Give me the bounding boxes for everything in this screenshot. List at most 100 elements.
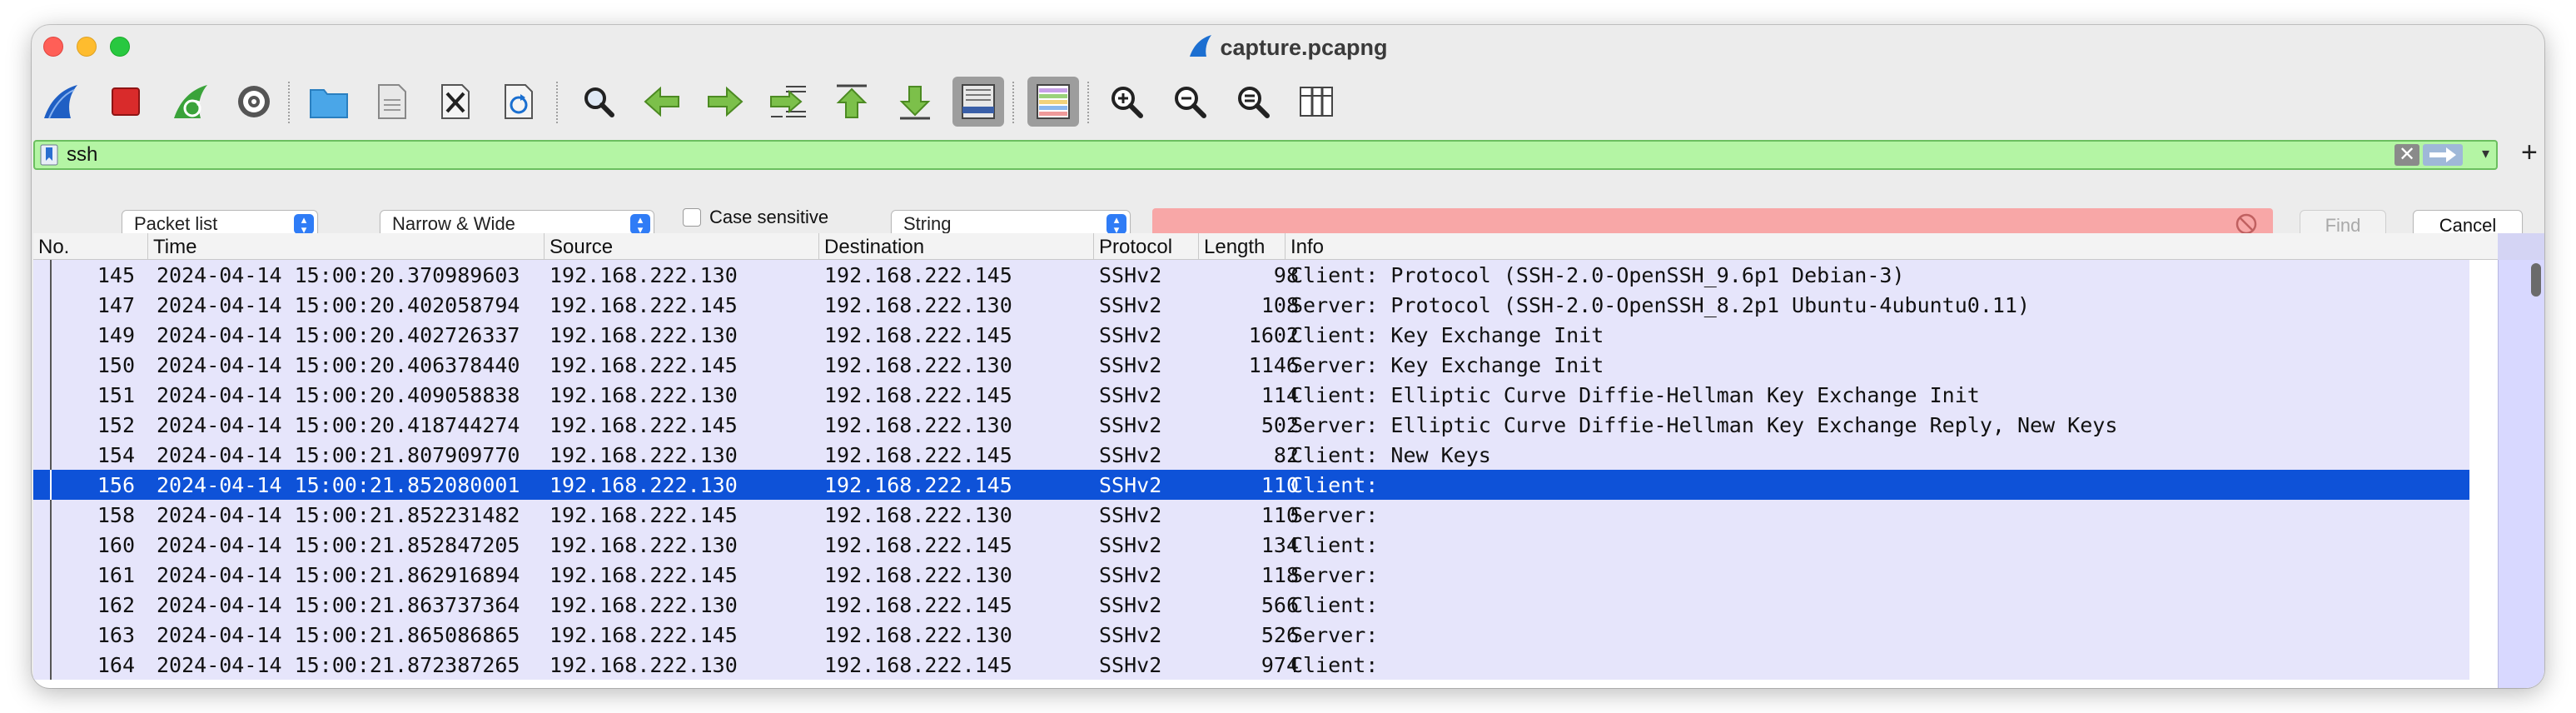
column-header-source[interactable]: Source — [545, 233, 819, 260]
zoom-normal-button[interactable] — [1227, 77, 1279, 127]
cell-source: 192.168.222.130 — [550, 323, 738, 347]
packet-row[interactable]: 161 2024-04-14 15:00:21.862916894 192.168.… — [33, 560, 2469, 590]
cell-time: 2024-04-14 15:00:21.807909770 — [157, 443, 520, 467]
cell-info: Server: — [1290, 623, 1379, 647]
cell-protocol: SSHv2 — [1099, 563, 1162, 587]
cell-source: 192.168.222.145 — [550, 623, 738, 647]
case-sensitive-checkbox[interactable] — [683, 208, 701, 227]
packet-row[interactable]: 164 2024-04-14 15:00:21.872387265 192.168.… — [33, 650, 2469, 680]
column-header-time[interactable]: Time — [148, 233, 545, 260]
reload-file-button[interactable] — [493, 77, 545, 127]
auto-scroll-icon — [962, 84, 995, 119]
column-header-protocol[interactable]: Protocol — [1094, 233, 1199, 260]
cell-source: 192.168.222.130 — [550, 263, 738, 287]
cell-source: 192.168.222.130 — [550, 383, 738, 407]
cell-time: 2024-04-14 15:00:21.865086865 — [157, 623, 520, 647]
auto-scroll-button[interactable] — [952, 77, 1004, 127]
find-packet-icon — [584, 87, 614, 117]
display-filter-bar[interactable]: ssh ✕ ▾ — [33, 140, 2498, 170]
open-file-button[interactable] — [303, 77, 355, 127]
cell-source: 192.168.222.130 — [550, 593, 738, 617]
display-filter-input[interactable]: ssh — [67, 143, 97, 167]
column-header-no[interactable]: No. — [33, 233, 148, 260]
packet-row[interactable]: 154 2024-04-14 15:00:21.807909770 192.168.… — [33, 440, 2469, 470]
go-forward-button[interactable] — [699, 77, 751, 127]
cell-no: 152 — [97, 413, 135, 437]
apply-filter-button[interactable] — [2423, 144, 2463, 166]
go-forward-icon — [708, 86, 743, 117]
cell-no: 156 — [97, 473, 135, 497]
cell-source: 192.168.222.145 — [550, 413, 738, 437]
column-header-length[interactable]: Length — [1199, 233, 1286, 260]
start-capture-button[interactable] — [35, 77, 87, 127]
first-packet-button[interactable] — [826, 77, 878, 127]
clear-filter-button[interactable]: ✕ — [2394, 144, 2419, 166]
cell-destination: 192.168.222.145 — [824, 533, 1012, 557]
zoom-normal-icon — [1238, 87, 1270, 118]
cell-protocol: SSHv2 — [1099, 413, 1162, 437]
zoom-in-button[interactable] — [1101, 77, 1152, 127]
toolbar-separator — [556, 82, 558, 123]
packet-row[interactable]: 145 2024-04-14 15:00:20.370989603 192.168.… — [33, 260, 2469, 290]
packet-row[interactable]: 162 2024-04-14 15:00:21.863737364 192.168.… — [33, 590, 2469, 620]
packet-row[interactable]: 156 2024-04-14 15:00:21.852080001 192.168.… — [33, 470, 2469, 500]
intelligent-scrollbar-header — [2498, 233, 2544, 260]
save-file-button[interactable] — [366, 77, 418, 127]
cell-time: 2024-04-14 15:00:20.370989603 — [157, 263, 520, 287]
stop-capture-button[interactable] — [100, 77, 152, 127]
restart-capture-button[interactable] — [165, 77, 216, 127]
packet-row[interactable]: 163 2024-04-14 15:00:21.865086865 192.168.… — [33, 620, 2469, 650]
go-back-button[interactable] — [636, 77, 688, 127]
capture-options-button[interactable] — [228, 77, 280, 127]
filter-history-dropdown[interactable]: ▾ — [2482, 145, 2489, 162]
find-packet-button[interactable] — [573, 77, 624, 127]
bookmark-icon[interactable] — [40, 144, 58, 166]
cell-no: 163 — [97, 623, 135, 647]
cell-destination: 192.168.222.145 — [824, 653, 1012, 677]
cell-info: Server: Elliptic Curve Diffie-Hellman Ke… — [1290, 413, 2118, 437]
cell-source: 192.168.222.145 — [550, 353, 738, 377]
cell-destination: 192.168.222.145 — [824, 383, 1012, 407]
add-filter-button[interactable]: + — [2521, 137, 2538, 169]
packet-row[interactable]: 150 2024-04-14 15:00:20.406378440 192.168.… — [33, 350, 2469, 380]
close-file-button[interactable] — [430, 77, 481, 127]
packet-row[interactable]: 152 2024-04-14 15:00:20.418744274 192.168.… — [33, 410, 2469, 440]
zoom-out-button[interactable] — [1164, 77, 1216, 127]
packet-row[interactable]: 147 2024-04-14 15:00:20.402058794 192.168.… — [33, 290, 2469, 320]
capture-options-icon — [238, 86, 270, 117]
cell-protocol: SSHv2 — [1099, 473, 1162, 497]
cell-protocol: SSHv2 — [1099, 383, 1162, 407]
colorize-button[interactable] — [1027, 77, 1079, 127]
chevron-updown-icon: ▴ ▾ — [1106, 214, 1126, 235]
cell-no: 145 — [97, 263, 135, 287]
packet-row[interactable]: 151 2024-04-14 15:00:20.409058838 192.168.… — [33, 380, 2469, 410]
packet-row[interactable]: 149 2024-04-14 15:00:20.402726337 192.168.… — [33, 320, 2469, 350]
cell-source: 192.168.222.130 — [550, 533, 738, 557]
cell-destination: 192.168.222.145 — [824, 473, 1012, 497]
cell-protocol: SSHv2 — [1099, 293, 1162, 317]
column-header-destination[interactable]: Destination — [819, 233, 1094, 260]
zoom-in-icon — [1111, 87, 1143, 118]
chevron-updown-icon: ▴ ▾ — [294, 214, 314, 235]
wireshark-fin-icon — [1190, 35, 1212, 57]
go-back-icon — [644, 86, 679, 117]
cell-destination: 192.168.222.130 — [824, 623, 1012, 647]
cell-no: 147 — [97, 293, 135, 317]
search-in-value: Packet list — [134, 213, 218, 234]
intelligent-scrollbar[interactable] — [2498, 260, 2544, 688]
packet-row[interactable]: 158 2024-04-14 15:00:21.852231482 192.168.… — [33, 500, 2469, 530]
packet-row[interactable]: 160 2024-04-14 15:00:21.852847205 192.168.… — [33, 530, 2469, 560]
chevron-updown-icon: ▴ ▾ — [630, 214, 650, 235]
cell-protocol: SSHv2 — [1099, 653, 1162, 677]
column-header-info[interactable]: Info — [1286, 233, 2498, 260]
go-last-icon — [899, 86, 931, 120]
last-packet-button[interactable] — [889, 77, 941, 127]
zoom-out-icon — [1175, 87, 1206, 118]
resize-columns-button[interactable] — [1290, 77, 1342, 127]
main-toolbar — [32, 72, 2544, 132]
cell-time: 2024-04-14 15:00:20.402726337 — [157, 323, 520, 347]
case-sensitive-label: Case sensitive — [709, 207, 829, 227]
cell-no: 149 — [97, 323, 135, 347]
go-to-packet-button[interactable] — [763, 77, 814, 127]
scrollbar-thumb[interactable] — [2531, 263, 2541, 297]
